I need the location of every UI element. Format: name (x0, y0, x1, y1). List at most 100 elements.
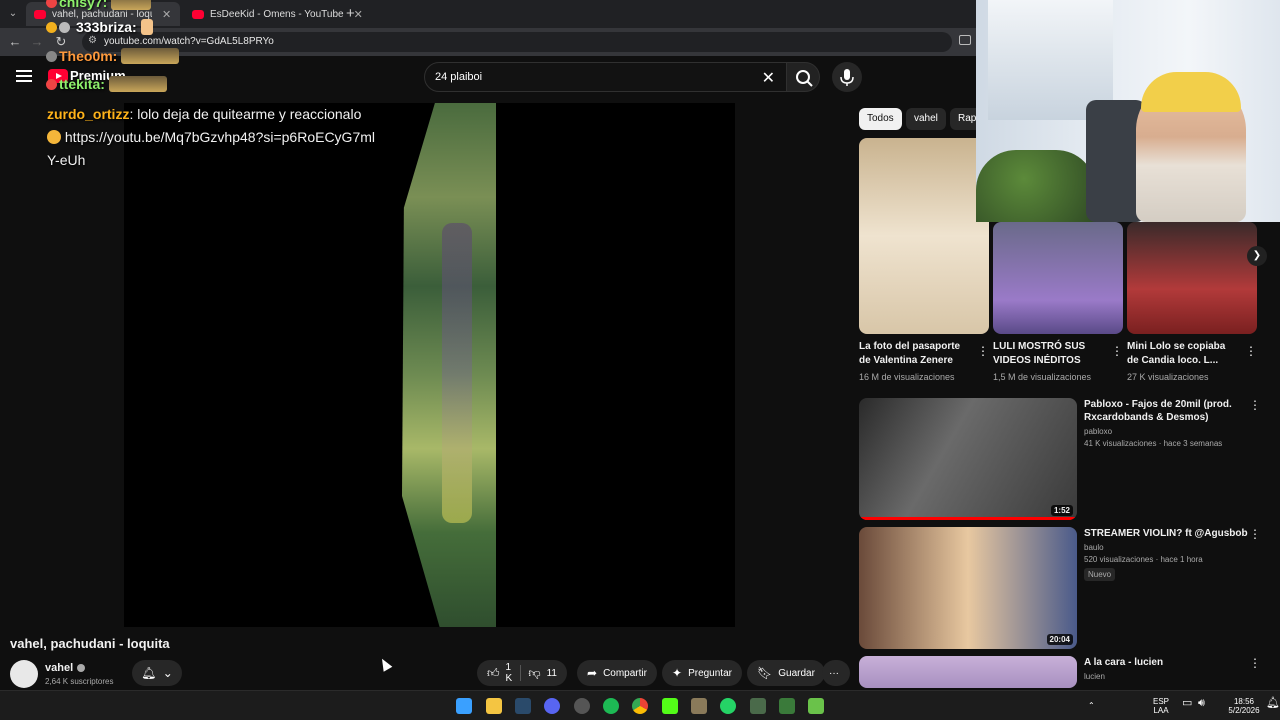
new-tab-button[interactable]: + (346, 5, 355, 22)
app-icon[interactable] (750, 698, 766, 714)
short-thumbnail[interactable] (859, 138, 989, 334)
network-icon[interactable]: ▭ (1182, 698, 1192, 709)
short-views: 27 K visualizaciones (1127, 372, 1209, 382)
site-info-icon[interactable]: ⚙ (88, 35, 97, 46)
microphone-icon (840, 69, 854, 86)
recommendation-thumbnail[interactable]: 20:04 (859, 527, 1077, 649)
dislike-count[interactable]: 11 (547, 668, 557, 679)
more-actions-button[interactable]: ··· (822, 660, 850, 686)
short-thumbnail[interactable] (1127, 222, 1257, 334)
bell-icon: 🔔︎ (141, 666, 157, 680)
recommendation-channel[interactable]: baulo (1084, 543, 1254, 552)
recommendation-title[interactable]: STREAMER VIOLIN? ft @Agusbob (1084, 527, 1254, 540)
short-card[interactable]: La foto del pasaporte de Valentina Zener… (859, 138, 989, 382)
subscription-bell-button[interactable]: 🔔︎ ⌄ (132, 660, 182, 686)
tab-search-button[interactable]: ⌄ (4, 5, 22, 23)
chat-badge-icon (46, 50, 57, 62)
start-icon[interactable] (456, 698, 472, 714)
keyboard-layout: LAA (1153, 706, 1169, 715)
chat-message-username: zurdo_ortizz (47, 106, 130, 122)
back-arrow-icon[interactable]: ← (6, 33, 24, 51)
chip-vahel[interactable]: vahel (906, 108, 946, 130)
app-icon[interactable] (808, 698, 824, 714)
video-player[interactable] (124, 103, 735, 627)
discord-icon[interactable] (544, 698, 560, 714)
recommendation-thumbnail[interactable]: 1:52 (859, 398, 1077, 520)
share-button[interactable]: ➦ Compartir (577, 660, 657, 686)
bookmark-icon: 🔖︎ (757, 666, 773, 680)
kick-icon[interactable] (662, 698, 678, 714)
video-title: vahel, pachudani - loquita (10, 636, 170, 651)
notification-icon[interactable]: 🔔︎ (1266, 698, 1280, 709)
more-vert-icon[interactable]: ⋮ (1245, 344, 1257, 358)
dislike-icon[interactable]: 👎︎ (528, 666, 540, 681)
menu-icon[interactable] (16, 70, 32, 82)
share-label: Compartir (603, 667, 647, 679)
channel-name[interactable]: vahel (45, 662, 73, 674)
chrome-icon[interactable] (632, 698, 648, 714)
url-input[interactable]: ⚙ youtube.com/watch?v=GdAL5L8PRYo (82, 32, 952, 52)
save-button[interactable]: 🔖︎ Guardar (747, 660, 825, 686)
chat-line: ttekita: (46, 76, 167, 92)
whatsapp-icon[interactable] (720, 698, 736, 714)
recommendation-stats: 520 visualizaciones · hace 1 hora (1084, 555, 1203, 564)
language-indicator[interactable]: ESP LAA (1153, 697, 1169, 715)
voice-search-button[interactable] (832, 62, 862, 92)
file-explorer-icon[interactable] (486, 698, 502, 714)
short-card[interactable]: LULI MOSTRÓ SUS VIDEOS INÉDITOS 1,5 M de… (993, 222, 1123, 382)
video-frame (402, 103, 496, 627)
recommendation-thumbnail[interactable] (859, 656, 1077, 688)
forward-arrow-icon[interactable]: → (28, 33, 46, 51)
chat-badge-icon (46, 0, 57, 8)
minecraft-icon[interactable] (691, 698, 707, 714)
chat-line: Theo0m: (46, 48, 180, 64)
short-card[interactable]: Mini Lolo se copiaba de Candia loco. L..… (1127, 222, 1257, 382)
short-title[interactable]: Mini Lolo se copiaba de Candia loco. L..… (1127, 340, 1239, 368)
more-vert-icon[interactable]: ⋮ (1249, 527, 1261, 541)
search-button[interactable] (786, 62, 820, 92)
like-dislike-group: 👍︎ 1 K 👎︎ 11 (477, 660, 567, 686)
chevron-right-icon[interactable]: ❯ (1247, 246, 1267, 266)
search-query-text: 24 plaiboi (435, 71, 483, 83)
verified-check-icon (77, 664, 86, 672)
channel-owner[interactable]: vahel 2,64 K suscriptores (10, 660, 113, 688)
channel-avatar[interactable] (10, 660, 38, 688)
short-views: 16 M de visualizaciones (859, 372, 955, 382)
short-title[interactable]: LULI MOSTRÓ SUS VIDEOS INÉDITOS (993, 340, 1105, 368)
more-vert-icon[interactable]: ⋮ (977, 344, 989, 358)
chip-todos[interactable]: Todos (859, 108, 902, 130)
clock-time: 18:56 (1233, 697, 1255, 706)
like-count[interactable]: 1 K (506, 662, 513, 684)
chat-badge-icon (46, 78, 57, 90)
more-vert-icon[interactable]: ⋮ (1249, 398, 1261, 412)
tray-chevron-up-icon[interactable]: ⌃ (1088, 701, 1095, 710)
like-icon[interactable]: 👍︎ (487, 666, 500, 681)
short-thumbnail[interactable] (993, 222, 1123, 334)
more-vert-icon[interactable]: ⋮ (1249, 656, 1261, 670)
close-tab-icon[interactable]: ✕ (162, 8, 171, 21)
cast-icon[interactable] (959, 35, 971, 45)
chat-emote-icon (140, 19, 153, 35)
chat-username: ttekita: (59, 76, 105, 92)
search-input[interactable]: 24 plaiboi ✕ (424, 62, 788, 92)
save-label: Guardar (778, 667, 815, 679)
recommendation-title[interactable]: A la cara - lucien (1084, 656, 1254, 669)
app-icon[interactable] (779, 698, 795, 714)
steam-icon[interactable] (515, 698, 531, 714)
spotify-icon[interactable] (603, 698, 619, 714)
recommendation-channel[interactable]: lucien (1084, 672, 1254, 681)
chat-emote-icon (121, 48, 180, 64)
clock[interactable]: 18:56 5/2/2026 (1226, 697, 1262, 715)
recommendation-item[interactable]: A la cara - lucien lucien ⋮ (859, 656, 1269, 688)
watch-progress-bar (859, 517, 1077, 520)
tab-inactive[interactable]: EsDeeKid - Omens - YouTube ✕ (184, 2, 363, 26)
more-vert-icon[interactable]: ⋮ (1111, 344, 1123, 358)
obs-icon[interactable] (574, 698, 590, 714)
recommendation-channel[interactable]: pabloxo (1084, 427, 1254, 436)
ask-button[interactable]: ✦ Preguntar (662, 660, 742, 686)
clear-search-icon[interactable]: ✕ (762, 68, 775, 88)
recommendation-title[interactable]: Pabloxo - Fajos de 20mil (prod. Rxcardob… (1084, 398, 1254, 424)
short-title[interactable]: La foto del pasaporte de Valentina Zener… (859, 340, 971, 368)
chat-badge-icon (46, 21, 57, 33)
volume-icon[interactable]: 🔊︎ (1198, 698, 1205, 709)
